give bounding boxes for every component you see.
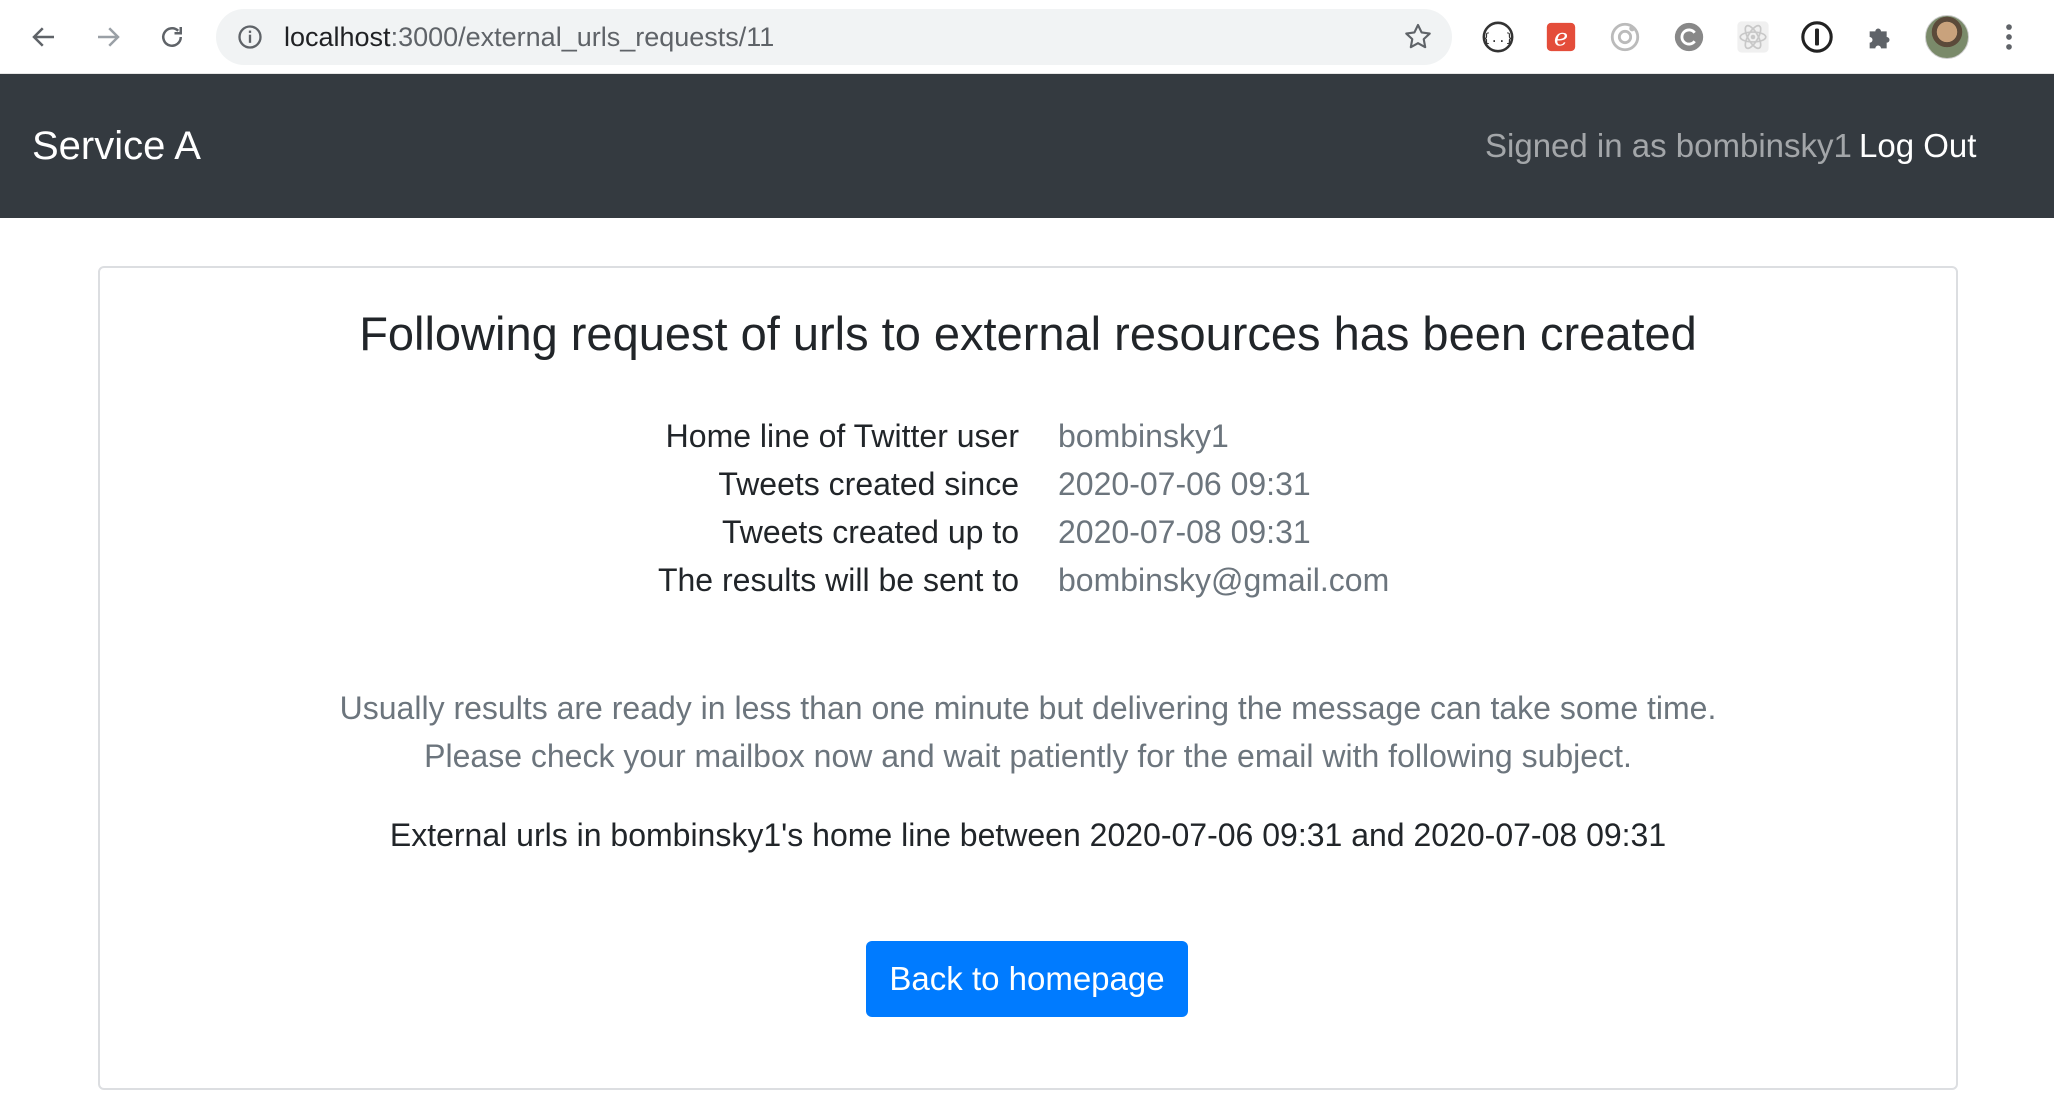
extension-password-icon[interactable] — [1797, 17, 1837, 57]
email-subject: External urls in bombinsky1's home line … — [389, 817, 1667, 853]
more-vert-icon[interactable] — [1989, 17, 2029, 57]
detail-label: Tweets created since — [718, 466, 1019, 502]
info-icon[interactable] — [236, 23, 264, 51]
app-navbar: Service A Signed in as bombinsky1 Log Ou… — [0, 74, 2054, 218]
detail-row: Tweets created up to 2020-07-08 09:31 — [100, 514, 1956, 562]
request-card: Following request of urls to external re… — [98, 266, 1958, 1090]
detail-label: Home line of Twitter user — [665, 418, 1019, 454]
back-arrow-icon[interactable] — [24, 17, 64, 57]
logout-link[interactable]: Log Out — [1859, 74, 1976, 218]
reload-icon[interactable] — [152, 17, 192, 57]
url-text[interactable]: localhost:3000/external_urls_requests/11 — [284, 9, 774, 65]
star-icon[interactable] — [1402, 21, 1434, 53]
detail-row: The results will be sent to bombinsky@gm… — [100, 562, 1956, 610]
detail-value: bombinsky@gmail.com — [1058, 562, 1390, 598]
note-line-1: Usually results are ready in less than o… — [339, 690, 1717, 726]
extension-e-icon[interactable]: e — [1541, 17, 1581, 57]
signed-in-text: Signed in as bombinsky1 — [1485, 127, 1852, 164]
forward-arrow-icon[interactable] — [88, 17, 128, 57]
detail-value: 2020-07-08 09:31 — [1058, 514, 1311, 550]
detail-value: bombinsky1 — [1058, 418, 1229, 454]
extension-braces-icon[interactable]: {..} — [1478, 17, 1518, 57]
url-host: localhost — [284, 22, 391, 52]
detail-label: Tweets created up to — [721, 514, 1019, 550]
back-to-homepage-button[interactable]: Back to homepage — [866, 941, 1188, 1017]
extension-target-icon[interactable] — [1605, 17, 1645, 57]
detail-row: Home line of Twitter user bombinsky1 — [100, 418, 1956, 466]
page-title: Following request of urls to external re… — [359, 307, 1697, 360]
detail-row: Tweets created since 2020-07-06 09:31 — [100, 466, 1956, 514]
extension-react-icon[interactable] — [1733, 17, 1773, 57]
svg-text:{..}: {..} — [1483, 31, 1514, 46]
request-details: Home line of Twitter user bombinsky1 Twe… — [100, 418, 1956, 610]
profile-avatar[interactable] — [1925, 15, 1969, 59]
note-line-2: Please check your mailbox now and wait p… — [424, 738, 1632, 774]
address-bar[interactable]: localhost:3000/external_urls_requests/11 — [216, 9, 1452, 65]
extensions-puzzle-icon[interactable] — [1861, 17, 1901, 57]
url-path: :3000/external_urls_requests/11 — [390, 22, 775, 52]
brand-link[interactable]: Service A — [32, 74, 201, 218]
detail-label: The results will be sent to — [657, 562, 1019, 598]
browser-toolbar: localhost:3000/external_urls_requests/11… — [0, 0, 2054, 74]
detail-value: 2020-07-06 09:31 — [1058, 466, 1311, 502]
svg-text:e: e — [1554, 24, 1568, 52]
extension-swirl-icon[interactable] — [1669, 17, 1709, 57]
